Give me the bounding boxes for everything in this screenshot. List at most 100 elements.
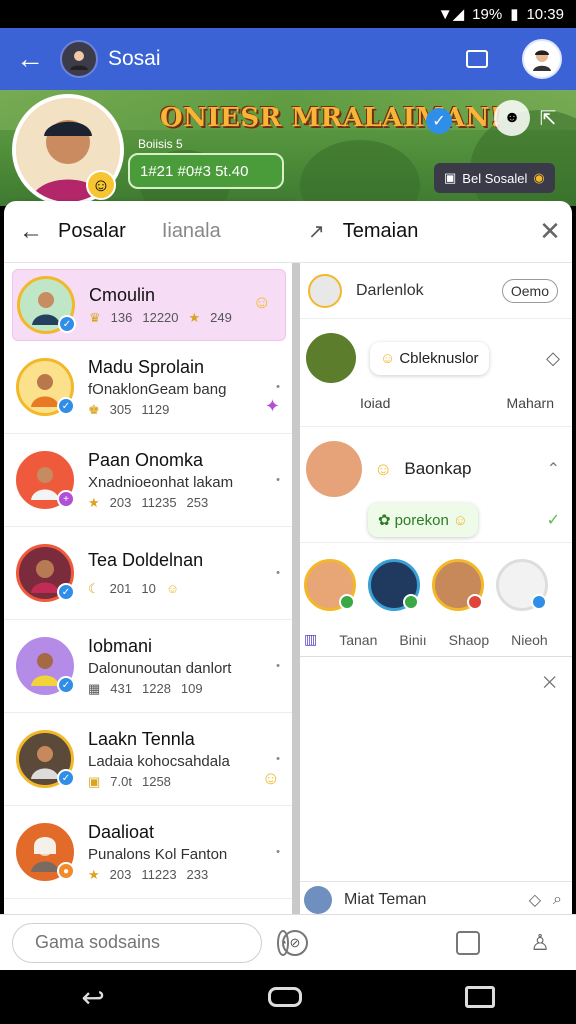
wifi-icon: ▼◢ <box>437 6 465 23</box>
system-back-icon[interactable]: ↩ <box>81 981 104 1014</box>
system-recents-icon[interactable] <box>464 986 495 1008</box>
story-avatar[interactable] <box>496 559 548 611</box>
share-arrow-icon[interactable]: ↗ <box>308 219 325 244</box>
list-item[interactable]: ✓ Tea Doldelnan ☾ 201 10 ☺ • <box>4 527 294 620</box>
friends-panel: ← Posalar Iianala ✓ Cmoulin ♛ 136 12220 … <box>4 201 294 917</box>
post-avatar <box>306 441 362 497</box>
list-item[interactable]: ✓ Cmoulin ♛ 136 12220 ★ 249 ☺ <box>12 269 286 341</box>
find-friends-row[interactable]: Miat Teman ◇ ⌕ <box>294 881 572 917</box>
system-home-icon[interactable] <box>267 987 302 1007</box>
friend-status: Xnadnioeonhat lakam <box>88 473 234 491</box>
camera-icon[interactable] <box>456 930 481 955</box>
panel-back-icon[interactable]: ← <box>4 218 58 246</box>
close-icon[interactable]: ✕ <box>528 216 572 247</box>
contact-name: Darlenlok <box>356 281 424 299</box>
post-card[interactable]: ☺ Baonkap ⌃ ✿ porekon ☺ ✓ <box>294 427 572 543</box>
post-avatar <box>306 333 356 383</box>
more-dot-icon[interactable]: • <box>276 381 280 393</box>
sparkle-icon: ✦ <box>264 396 280 416</box>
find-friends-label: Miat Teman <box>344 890 427 908</box>
battery-percent: 19% <box>472 5 503 23</box>
contact-action-button[interactable]: Oemo <box>501 278 558 303</box>
list-item[interactable]: ● Daalioat Punalons Kol Fanton ★ 203 112… <box>4 806 294 899</box>
search-icon[interactable]: ⌕ <box>553 891 562 909</box>
contact-row[interactable]: Darlenlok Oemo <box>294 263 572 319</box>
back-arrow-icon[interactable]: ← <box>0 28 60 90</box>
laugh-emoji-icon: ☺ <box>261 768 280 788</box>
friend-name: Paan Onomka <box>88 449 204 470</box>
friend-meta: ♚ 305 1129 <box>88 401 170 418</box>
friend-name: Tea Doldelnan <box>88 549 204 570</box>
compass-icon[interactable]: ⊘ <box>282 929 308 956</box>
empty-area: ⨉ <box>294 657 572 867</box>
nav-tab[interactable]: Tanan <box>339 632 377 648</box>
calendar-icon: ▣ <box>444 170 457 185</box>
friend-avatar: ✓ <box>16 544 75 602</box>
story-avatar[interactable] <box>432 559 484 611</box>
coin-icon: ◉ <box>533 170 545 185</box>
chevron-up-icon[interactable]: ⌃ <box>547 459 560 479</box>
more-dot-icon[interactable]: • <box>276 567 280 579</box>
list-item[interactable]: ✓ Madu Sprolain fOnaklonGeam bang ♚ 305 … <box>4 341 294 434</box>
stats-pill[interactable]: 1#21 #0#3 5t.40 <box>128 153 284 189</box>
search-input[interactable] <box>35 932 267 953</box>
nav-tab[interactable]: Shaop <box>449 632 489 648</box>
verified-icon: ✓ <box>57 583 75 601</box>
search-field[interactable]: ◔ <box>12 922 289 963</box>
group-avatar[interactable] <box>60 40 98 78</box>
list-item[interactable]: + Paan Onomka Xnadnioeonhat lakam ★ 203 … <box>4 434 294 527</box>
friend-name: Daalioat <box>88 821 155 842</box>
list-item[interactable]: ✓ Laakn Tennla Ladaia kohocsahdala ▣ 7.0… <box>4 713 294 806</box>
post-card[interactable]: ☺ Cbleknuslor ◇ Ioiad Maharn <box>294 319 572 427</box>
tab-posalar[interactable]: Posalar <box>58 220 126 243</box>
person-icon[interactable]: ♙ <box>530 930 550 956</box>
smile-emoji-icon: ☺ <box>380 349 396 367</box>
tab-iianala[interactable]: Iianala <box>162 220 221 243</box>
friend-avatar: ✓ <box>17 276 76 334</box>
banner-handle: Boiisis 5 <box>138 137 183 151</box>
more-dot-icon[interactable]: • <box>276 846 280 858</box>
more-dot-icon[interactable]: • <box>276 753 280 765</box>
edit-icon[interactable]: ◇ <box>546 348 560 369</box>
detail-title: Temaian <box>342 220 419 242</box>
story-row <box>294 543 572 617</box>
friend-avatar: ✓ <box>16 637 75 695</box>
friend-list: ✓ Cmoulin ♛ 136 12220 ★ 249 ☺ ✓ Madu Spr <box>4 269 294 899</box>
smile-emoji-icon: ☺ <box>452 511 469 529</box>
panel-divider[interactable] <box>292 263 300 917</box>
smile-emoji-icon: ☺ <box>374 458 393 479</box>
friend-avatar: ✓ <box>16 730 75 788</box>
friend-avatar-icon[interactable]: ☻ <box>494 100 530 136</box>
badge-icon: + <box>57 490 75 508</box>
verified-check-icon: ✓ <box>426 108 452 134</box>
share-icon[interactable]: ⇱ <box>530 100 566 136</box>
app-bar: ← Sosai <box>0 28 576 90</box>
friend-name: Madu Sprolain <box>88 356 205 377</box>
friend-name: Iobmani <box>88 635 153 656</box>
user-avatar[interactable] <box>522 39 562 79</box>
list-item[interactable]: ✓ Iobmani Dalonunoutan danlort ▦ 431 122… <box>4 620 294 713</box>
clock: 10:39 <box>526 5 564 23</box>
smile-emoji-icon: ☺ <box>165 581 180 596</box>
crown-icon: ♛ <box>89 309 101 325</box>
social-chip[interactable]: ▣ Bel Sosalel ◉ <box>434 163 555 193</box>
story-avatar[interactable] <box>304 559 356 611</box>
star-icon: ★ <box>88 494 100 510</box>
story-avatar[interactable] <box>368 559 420 611</box>
more-dot-icon[interactable]: • <box>276 660 280 672</box>
friend-avatar-icon <box>304 885 332 914</box>
post-left-label: Ioiad <box>360 395 391 411</box>
post-bubble[interactable]: ✿ porekon ☺ <box>368 503 479 537</box>
moon-icon: ☾ <box>88 580 100 596</box>
post-bubble[interactable]: ☺ Cbleknuslor <box>370 341 489 375</box>
star-icon: ★ <box>88 866 100 882</box>
nav-tab[interactable]: Nieoh <box>511 632 548 648</box>
nav-tab[interactable]: Biniı <box>399 632 426 648</box>
friend-meta: ★ 203 11235 253 <box>88 494 209 511</box>
window-icon[interactable] <box>466 50 488 68</box>
collapse-icon[interactable]: ⨉ <box>543 675 556 693</box>
check-icon: ✓ <box>546 512 560 529</box>
more-dot-icon[interactable]: • <box>276 474 280 486</box>
chart-icon[interactable]: ▥ <box>304 631 317 648</box>
edit-icon[interactable]: ◇ <box>529 890 541 910</box>
